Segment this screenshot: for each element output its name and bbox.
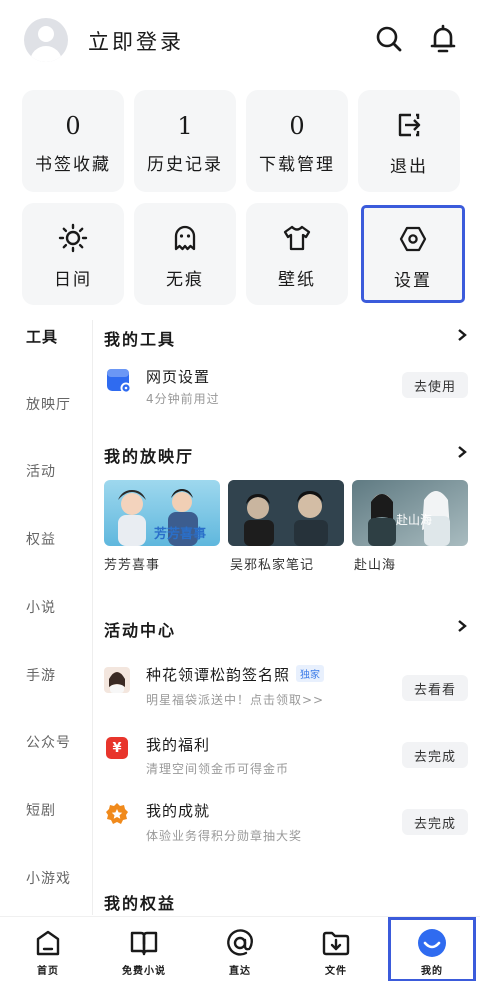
activity-title-text: 种花领谭松韵签名照 xyxy=(146,666,291,684)
bell-icon[interactable] xyxy=(426,22,460,56)
nav-home[interactable]: 首页 xyxy=(0,917,96,981)
history-label: 历史记录 xyxy=(147,155,223,175)
sidebar-item-rights[interactable]: 权益 xyxy=(26,529,56,549)
sun-icon xyxy=(58,223,88,253)
sidebar-item-short-drama[interactable]: 短剧 xyxy=(26,800,56,820)
downloads-tile[interactable]: 0 下载管理 xyxy=(246,90,348,192)
at-icon xyxy=(225,929,255,957)
nav-free-novels[interactable]: 免费小说 xyxy=(96,917,192,981)
my-tools-title[interactable]: 我的工具 xyxy=(104,326,176,350)
shirt-icon xyxy=(282,223,312,253)
download-folder-icon xyxy=(321,929,351,957)
yuan-icon: ¥ xyxy=(106,737,128,759)
web-settings-subtitle: 4分钟前用过 xyxy=(146,392,220,406)
search-icon[interactable] xyxy=(372,22,406,56)
poster-fushanhai[interactable]: 赴山海 xyxy=(352,480,468,546)
nav-free-novels-label: 免费小说 xyxy=(122,966,166,977)
avatar[interactable] xyxy=(24,18,68,62)
my-welfare-subtitle: 清理空间领金币可得金币 xyxy=(146,762,290,776)
category-sidebar: 工具 放映厅 活动 权益 小说 手游 公众号 短剧 小游戏 xyxy=(0,316,92,916)
wallpaper-tile[interactable]: 壁纸 xyxy=(246,203,348,305)
poster-fangfang-title: 芳芳喜事 xyxy=(154,526,206,542)
bookmarks-label: 书签收藏 xyxy=(35,155,111,175)
history-count: 1 xyxy=(177,112,193,140)
sidebar-item-novel[interactable]: 小说 xyxy=(26,597,56,617)
history-tile[interactable]: 1 历史记录 xyxy=(134,90,236,192)
bookmarks-tile[interactable]: 0 书签收藏 xyxy=(22,90,124,192)
activity-center-title[interactable]: 活动中心 xyxy=(104,617,176,641)
nav-files[interactable]: 文件 xyxy=(288,917,384,981)
use-button[interactable]: 去使用 xyxy=(402,372,468,398)
incognito-tile[interactable]: 无痕 xyxy=(134,203,236,305)
day-mode-label: 日间 xyxy=(54,270,92,290)
sidebar-item-tools[interactable]: 工具 xyxy=(26,326,58,347)
nav-mine-label: 我的 xyxy=(421,966,443,977)
web-settings-title[interactable]: 网页设置 xyxy=(146,366,210,387)
chevron-right-icon[interactable] xyxy=(456,445,468,459)
settings-tile[interactable]: 设置 xyxy=(361,205,465,303)
my-achievements-title[interactable]: 我的成就 xyxy=(146,800,210,821)
sidebar-item-mini-games[interactable]: 小游戏 xyxy=(26,868,71,888)
smile-icon xyxy=(417,929,447,957)
my-theater-title[interactable]: 我的放映厅 xyxy=(104,443,194,467)
nav-files-label: 文件 xyxy=(325,966,347,977)
nav-direct-label: 直达 xyxy=(229,966,251,977)
achievement-badge-icon xyxy=(106,803,128,825)
complete-button[interactable]: 去完成 xyxy=(402,742,468,768)
go-see-button[interactable]: 去看看 xyxy=(402,675,468,701)
poster-caption[interactable]: 芳芳喜事 xyxy=(104,554,160,573)
day-mode-tile[interactable]: 日间 xyxy=(22,203,124,305)
downloads-label: 下载管理 xyxy=(259,155,335,175)
poster-caption[interactable]: 吴邪私家笔记 xyxy=(230,554,314,573)
downloads-count: 0 xyxy=(289,112,305,140)
sidebar-item-official-accounts[interactable]: 公众号 xyxy=(26,732,71,752)
exclusive-badge: 独家 xyxy=(296,665,325,682)
chevron-right-icon[interactable] xyxy=(456,619,468,633)
celebrity-avatar xyxy=(104,667,130,693)
activity-row-subtitle[interactable]: 明星福袋派送中！点击领取>> xyxy=(146,691,324,708)
logout-tile[interactable]: 退出 xyxy=(358,90,460,192)
my-achievements-subtitle: 体验业务得积分勋章抽大奖 xyxy=(146,829,303,843)
nav-mine[interactable]: 我的 xyxy=(388,917,476,981)
my-welfare-title[interactable]: 我的福利 xyxy=(146,734,210,755)
poster-caption[interactable]: 赴山海 xyxy=(354,554,396,573)
complete-button[interactable]: 去完成 xyxy=(402,809,468,835)
poster-wuxie[interactable] xyxy=(228,480,344,546)
incognito-label: 无痕 xyxy=(166,270,204,290)
settings-label: 设置 xyxy=(394,271,432,291)
my-rights-title[interactable]: 我的权益 xyxy=(104,890,176,914)
nav-home-label: 首页 xyxy=(37,966,59,977)
home-icon xyxy=(35,929,61,957)
nav-direct[interactable]: 直达 xyxy=(192,917,288,981)
wallpaper-label: 壁纸 xyxy=(278,270,316,290)
logout-icon xyxy=(395,110,423,140)
settings-hex-icon xyxy=(398,224,428,254)
sidebar-item-mobile-games[interactable]: 手游 xyxy=(26,665,56,685)
logout-label: 退出 xyxy=(390,157,428,177)
sidebar-item-theater[interactable]: 放映厅 xyxy=(26,394,71,414)
bookmarks-count: 0 xyxy=(65,112,81,140)
activity-row-title[interactable]: 种花领谭松韵签名照 独家 xyxy=(146,664,325,685)
chevron-right-icon[interactable] xyxy=(456,328,468,342)
header: 立即登录 xyxy=(0,0,480,80)
sidebar-item-activity[interactable]: 活动 xyxy=(26,461,56,481)
login-link[interactable]: 立即登录 xyxy=(88,26,184,56)
ghost-icon xyxy=(171,223,199,253)
book-icon xyxy=(129,929,159,957)
bottom-nav: 首页 免费小说 直达 文件 我的 xyxy=(0,916,480,981)
web-settings-icon xyxy=(106,368,132,394)
sidebar-divider xyxy=(92,320,93,915)
poster-fangfang[interactable]: 芳芳喜事 xyxy=(104,480,220,546)
poster-fushanhai-title: 赴山海 xyxy=(396,512,432,527)
